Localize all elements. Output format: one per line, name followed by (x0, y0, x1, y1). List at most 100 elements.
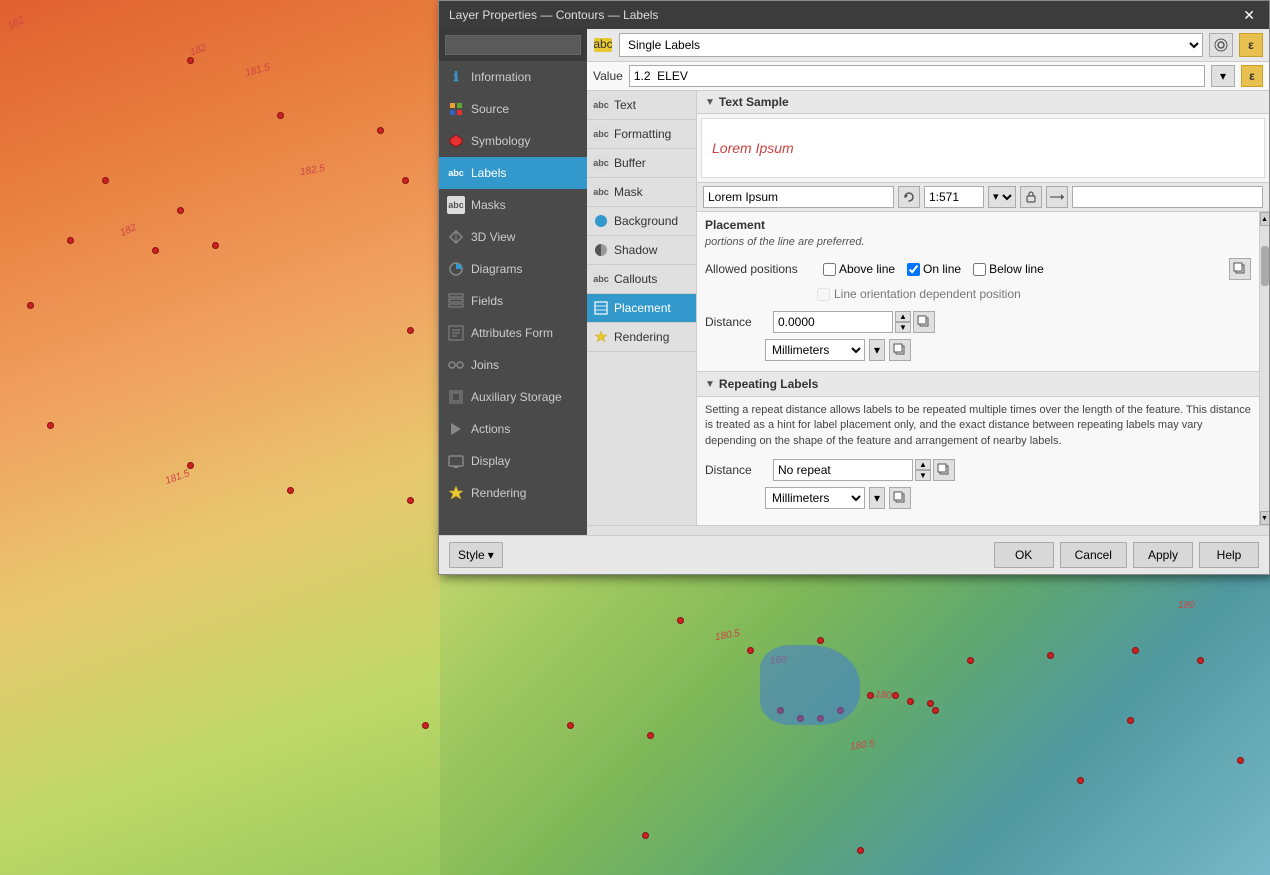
repeating-labels-title: Repeating Labels (719, 377, 818, 391)
distance-down-btn[interactable]: ▼ (895, 322, 911, 333)
sync-scale-btn[interactable] (1046, 186, 1068, 208)
below-line-checkbox[interactable]: Below line (973, 262, 1044, 276)
search-input[interactable] (445, 35, 581, 55)
sidebar-item-label: Diagrams (471, 262, 522, 276)
apply-button[interactable]: Apply (1133, 542, 1193, 568)
horizontal-scrollbar[interactable] (587, 525, 1269, 535)
lock-scale-btn[interactable] (1020, 186, 1042, 208)
repeat-unit-select[interactable]: Millimeters (765, 487, 865, 509)
sidebar-item-diagrams[interactable]: Diagrams (439, 253, 587, 285)
fields-icon (447, 292, 465, 310)
auxiliary-storage-icon (447, 388, 465, 406)
formatting-tab-icon: abc (593, 126, 609, 142)
mask-tab-icon: abc (593, 184, 609, 200)
right-scrollbar[interactable]: ▲ ▼ (1259, 212, 1269, 525)
scale-input[interactable] (924, 186, 984, 208)
sidebar-item-joins[interactable]: Joins (439, 349, 587, 381)
allowed-positions-row: Allowed positions Above line (697, 254, 1259, 284)
ok-button[interactable]: OK (994, 542, 1054, 568)
style-button[interactable]: Style ▾ (449, 542, 503, 568)
sidebar-item-fields[interactable]: Fields (439, 285, 587, 317)
repeat-distance-input[interactable] (773, 459, 913, 481)
tab-mask[interactable]: abc Mask (587, 178, 696, 207)
sidebar-item-actions[interactable]: Actions (439, 413, 587, 445)
tab-buffer[interactable]: abc Buffer (587, 149, 696, 178)
value-expression-btn[interactable]: ε (1241, 65, 1263, 87)
distance-unit-select[interactable]: Millimeters (765, 339, 865, 361)
dialog-footer: Style ▾ OK Cancel Apply Help (439, 535, 1269, 574)
sidebar-item-information[interactable]: ℹ Information (439, 61, 587, 93)
tab-formatting[interactable]: abc Formatting (587, 120, 696, 149)
close-button[interactable]: ✕ (1239, 7, 1259, 24)
sidebar-item-label: Masks (471, 198, 506, 212)
placement-panel: Placement portions of the line are prefe… (697, 212, 1269, 525)
scale-dropdown[interactable]: ▾ (988, 186, 1016, 208)
text-sample-section: ▼ Text Sample Lorem Ipsum (697, 91, 1269, 183)
diagrams-icon (447, 260, 465, 278)
sidebar-item-attributes-form[interactable]: Attributes Form (439, 317, 587, 349)
sidebar-item-symbology[interactable]: Symbology (439, 125, 587, 157)
cancel-button[interactable]: Cancel (1060, 542, 1127, 568)
repeat-distance-row: Distance ▲ ▼ (697, 455, 1259, 485)
map-overlay (0, 0, 440, 875)
sidebar-item-auxiliary-storage[interactable]: Auxiliary Storage (439, 381, 587, 413)
value-dropdown[interactable]: ▾ (1211, 65, 1235, 87)
on-line-checkbox[interactable]: On line (907, 262, 961, 276)
sidebar-item-3dview[interactable]: 3D View (439, 221, 587, 253)
orientation-input[interactable] (817, 288, 830, 301)
distance-up-btn[interactable]: ▲ (895, 311, 911, 322)
scroll-down-btn[interactable]: ▼ (1260, 511, 1270, 525)
repeat-distance-label: Distance (705, 463, 765, 477)
labels-icon: abc (447, 164, 465, 182)
expression-button[interactable]: ε (1239, 33, 1263, 57)
copy-repeat-btn[interactable] (933, 459, 955, 481)
preview-input[interactable] (703, 186, 894, 208)
tab-rendering[interactable]: Rendering (587, 323, 696, 352)
help-button[interactable]: Help (1199, 542, 1259, 568)
label-type-select[interactable]: Single Labels (619, 33, 1203, 57)
sidebar-item-rendering[interactable]: Rendering (439, 477, 587, 509)
copy-positions-btn[interactable] (1229, 258, 1251, 280)
repeat-up-btn[interactable]: ▲ (915, 459, 931, 470)
tab-text[interactable]: abc Text (587, 91, 696, 120)
refresh-preview-btn[interactable] (898, 186, 920, 208)
placement-tab-icon (593, 300, 609, 316)
callouts-tab-icon: abc (593, 271, 609, 287)
below-line-input[interactable] (973, 263, 986, 276)
tab-callouts[interactable]: abc Callouts (587, 265, 696, 294)
scroll-up-btn[interactable]: ▲ (1260, 212, 1270, 226)
layer-properties-dialog: Layer Properties — Contours — Labels ✕ ℹ… (438, 0, 1270, 575)
value-label: Value (593, 69, 623, 83)
above-line-input[interactable] (823, 263, 836, 276)
joins-icon (447, 356, 465, 374)
sidebar-item-labels[interactable]: abc Labels (439, 157, 587, 189)
repeat-unit-arrow[interactable]: ▾ (869, 487, 885, 509)
sidebar-item-label: Attributes Form (471, 326, 553, 340)
orientation-checkbox[interactable]: Line orientation dependent position (817, 287, 1251, 301)
svg-text:abc: abc (594, 38, 612, 51)
on-line-input[interactable] (907, 263, 920, 276)
copy-distance-btn[interactable] (913, 311, 935, 333)
scroll-thumb (1261, 246, 1269, 286)
unit-dropdown-arrow[interactable]: ▾ (869, 339, 885, 361)
sidebar-item-masks[interactable]: abc Masks (439, 189, 587, 221)
label-type-bar: abc Single Labels ε (587, 29, 1269, 62)
label-type-settings-btn[interactable] (1209, 33, 1233, 57)
display-icon (447, 452, 465, 470)
copy-repeat-unit-btn[interactable] (889, 487, 911, 509)
above-line-checkbox[interactable]: Above line (823, 262, 895, 276)
tab-placement[interactable]: Placement (587, 294, 696, 323)
value-input[interactable] (629, 65, 1205, 87)
sidebar-item-source[interactable]: Source (439, 93, 587, 125)
repeat-unit-row: Millimeters ▾ (697, 485, 1259, 517)
tab-background[interactable]: Background (587, 207, 696, 236)
sidebar-item-display[interactable]: Display (439, 445, 587, 477)
repeat-down-btn[interactable]: ▼ (915, 470, 931, 481)
preview-bar: ▾ (697, 183, 1269, 212)
copy-unit-btn[interactable] (889, 339, 911, 361)
distance-input[interactable] (773, 311, 893, 333)
tab-shadow[interactable]: Shadow (587, 236, 696, 265)
label-type-icon: abc (593, 35, 613, 55)
extra-input[interactable] (1072, 186, 1263, 208)
dialog-body: ℹ Information Source Symbology abc Label… (439, 29, 1269, 535)
